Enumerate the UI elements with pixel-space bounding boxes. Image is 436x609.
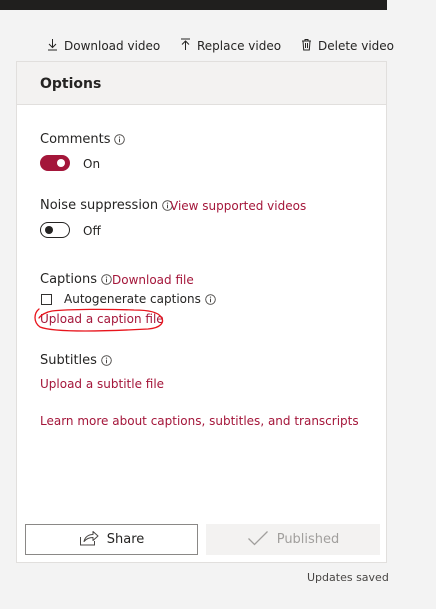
autogenerate-captions-checkbox[interactable] [41,294,52,305]
video-toolbar: Download video Replace video Delete vide… [0,34,436,58]
noise-row: Noise suppression [40,198,173,213]
learn-more-link[interactable]: Learn more about captions, subtitles, an… [40,414,359,428]
captions-label: Captions [40,272,97,287]
subtitles-row: Subtitles [40,353,112,368]
options-title: Options [40,76,102,92]
top-bar-gap [387,0,436,10]
toggle-knob [45,226,53,234]
upload-subtitle-file-link[interactable]: Upload a subtitle file [40,377,164,391]
delete-video-label: Delete video [318,39,395,53]
download-video-button[interactable]: Download video [47,34,160,58]
options-panel: Options Comments On Noise suppression Vi… [16,61,387,563]
autogenerate-row: Autogenerate captions [64,292,216,306]
published-button: Published [206,524,380,555]
info-icon[interactable] [205,293,216,305]
trash-icon [301,38,318,54]
checkmark-icon [247,530,277,550]
comments-toggle[interactable] [40,155,70,171]
noise-toggle[interactable] [40,222,70,238]
download-video-label: Download video [64,39,161,53]
comments-state: On [83,157,101,171]
noise-state: Off [83,224,101,238]
toggle-knob [57,159,65,167]
upload-arrow-icon [180,38,197,54]
comments-row: Comments [40,132,126,147]
info-icon[interactable] [101,355,112,366]
replace-video-label: Replace video [197,39,282,53]
status-text: Updates saved [307,571,389,584]
delete-video-button[interactable]: Delete video [301,34,394,58]
comments-label: Comments [40,132,111,147]
info-icon[interactable] [101,274,112,285]
subtitles-label: Subtitles [40,353,97,368]
download-captions-link[interactable]: Download file [112,273,194,287]
share-icon [79,530,107,550]
view-supported-videos-link[interactable]: View supported videos [170,199,306,213]
options-header: Options [17,62,386,105]
share-label: Share [106,532,145,547]
top-bar [0,0,436,10]
published-label: Published [276,532,340,547]
captions-row: Captions [40,272,112,287]
autogenerate-label: Autogenerate captions [64,292,201,306]
noise-label: Noise suppression [40,198,159,213]
share-button[interactable]: Share [25,524,198,555]
replace-video-button[interactable]: Replace video [180,34,281,58]
info-icon[interactable] [114,134,126,145]
upload-caption-file-link[interactable]: Upload a caption file [40,312,164,326]
download-icon [47,38,64,54]
